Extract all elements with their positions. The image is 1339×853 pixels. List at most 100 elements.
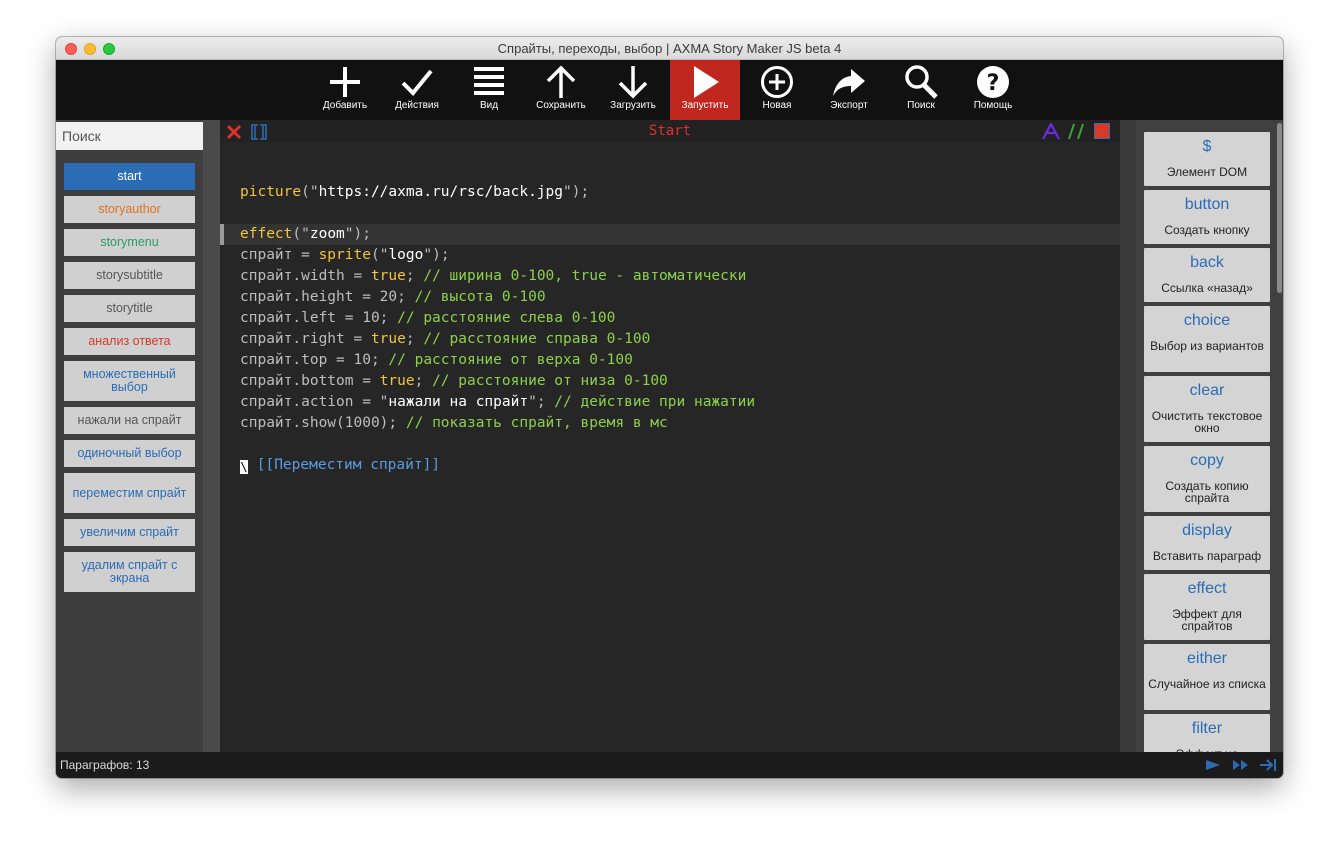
splitter[interactable] xyxy=(203,120,220,752)
passage-item[interactable]: storytitle xyxy=(64,295,195,322)
circle-plus-icon xyxy=(761,66,793,98)
passage-item[interactable]: start xyxy=(64,163,195,190)
actions-label: Действия xyxy=(395,100,439,111)
macro-button[interactable]: filterЭффект на xyxy=(1144,714,1270,752)
macro-description: Вставить параграф xyxy=(1152,549,1262,563)
text-cursor: \ xyxy=(240,460,248,474)
code-line: спрайт.top = 10; // расстояние от верха … xyxy=(240,352,633,368)
macro-button[interactable]: back Ссылка «назад» xyxy=(1144,248,1270,302)
macro-name: copy xyxy=(1190,452,1224,469)
macro-button[interactable]: choice Выбор из вариантов xyxy=(1144,306,1270,372)
passage-item[interactable]: увеличим спрайт xyxy=(64,519,195,546)
macro-description: Выбор из вариантов xyxy=(1150,339,1264,353)
search-input[interactable]: Поиск xyxy=(56,122,203,150)
macro-description: Создать кнопку xyxy=(1164,223,1250,237)
play-icon xyxy=(694,66,719,98)
editor-header: Start xyxy=(220,120,1120,142)
color-swatch-icon[interactable] xyxy=(1094,123,1110,139)
arrow-down-icon xyxy=(618,66,648,99)
comment-slashes-icon[interactable] xyxy=(1068,123,1084,140)
checkmark-icon xyxy=(401,69,433,96)
text-style-icon[interactable] xyxy=(1042,123,1060,140)
view-label: Вид xyxy=(479,100,499,111)
passage-item[interactable]: storyauthor xyxy=(64,196,195,223)
macro-name: effect xyxy=(1187,580,1227,597)
passage-item[interactable]: storysubtitle xyxy=(64,262,195,289)
code-line: спрайт.action = "нажали на спрайт"; // д… xyxy=(240,394,756,410)
status-bar: Параграфов: 13 xyxy=(56,752,1283,778)
save-button[interactable]: Сохранить xyxy=(526,60,596,120)
macro-description: Элемент DOM xyxy=(1166,165,1248,179)
passage-title[interactable]: Start xyxy=(220,123,1120,139)
play-small-icon[interactable] xyxy=(1204,757,1222,773)
plus-icon xyxy=(330,67,360,97)
passage-count: Параграфов: 13 xyxy=(60,758,150,772)
code-editor[interactable]: picture("https://axma.ru/rsc/back.jpg");… xyxy=(220,142,1120,752)
macro-button[interactable]: effect Эффект для спрайтов xyxy=(1144,574,1270,640)
macro-name: choice xyxy=(1183,312,1231,329)
fast-forward-icon[interactable] xyxy=(1232,757,1250,773)
title-bar: Спрайты, переходы, выбор | AXMA Story Ma… xyxy=(56,37,1283,60)
load-label: Загрузить xyxy=(610,100,656,111)
jump-to-end-icon[interactable] xyxy=(1259,757,1277,773)
save-label: Сохранить xyxy=(536,100,586,111)
add-label: Добавить xyxy=(322,100,368,111)
run-label: Запустить xyxy=(681,100,729,111)
actions-button[interactable]: Действия xyxy=(382,60,452,120)
code-line: спрайт.width = true; // ширина 0-100, tr… xyxy=(240,268,747,284)
macro-panel: $ Элемент DOM button Создать кнопку back Ссыл… xyxy=(1136,120,1283,752)
macro-scrollbar-thumb[interactable] xyxy=(1277,123,1282,293)
code-line: спрайт.left = 10; // расстояние слева 0-… xyxy=(240,310,616,326)
arrow-up-icon xyxy=(546,65,576,98)
load-button[interactable]: Загрузить xyxy=(598,60,668,120)
passage-item[interactable]: переместим спрайт xyxy=(64,473,195,513)
macro-button[interactable]: clear Очистить текстовое окно xyxy=(1144,376,1270,442)
macro-name: back xyxy=(1190,254,1224,271)
new-label: Новая xyxy=(762,100,792,111)
svg-text:?: ? xyxy=(987,71,1000,96)
add-button[interactable]: Добавить xyxy=(310,60,380,120)
new-button[interactable]: Новая xyxy=(742,60,812,120)
passage-list-panel: Поиск start storyauthor storymenu storysubt… xyxy=(56,120,203,752)
code-line: picture("https://axma.ru/rsc/back.jpg"); xyxy=(240,184,590,200)
macro-name: display xyxy=(1182,522,1232,539)
macro-description: Создать копию спрайта xyxy=(1165,479,1249,505)
window-title: Спрайты, переходы, выбор | AXMA Story Ma… xyxy=(497,41,842,56)
code-line: \ [[Переместим спрайт]] xyxy=(240,455,440,476)
passage-item[interactable]: одиночный выбор xyxy=(64,440,195,467)
passage-item[interactable]: storymenu xyxy=(64,229,195,256)
editor-scrollbar[interactable] xyxy=(1120,120,1136,752)
macro-button[interactable]: button Создать кнопку xyxy=(1144,190,1270,244)
help-label: Помощь xyxy=(973,100,1013,111)
passage-item[interactable]: множественный выбор xyxy=(64,361,195,401)
macro-name: clear xyxy=(1189,382,1225,399)
passage-item[interactable]: нажали на спрайт xyxy=(64,407,195,434)
code-line: effect("zoom"); xyxy=(240,226,371,242)
share-arrow-icon xyxy=(833,69,865,96)
question-circle-icon: ? xyxy=(977,66,1009,98)
macro-name: $ xyxy=(1202,138,1212,155)
toolbar: Добавить Действия Вид Сохранить Загрузит… xyxy=(56,60,1283,120)
code-line: спрайт.right = true; // расстояние справ… xyxy=(240,331,651,347)
macro-button[interactable]: $ Элемент DOM xyxy=(1144,132,1270,186)
app-window: Спрайты, переходы, выбор | AXMA Story Ma… xyxy=(56,37,1283,778)
code-line: спрайт.bottom = true; // расстояние от н… xyxy=(240,373,668,389)
search-button[interactable]: Поиск xyxy=(886,60,956,120)
run-button[interactable]: Запустить xyxy=(670,60,740,120)
macro-description: Эффект для спрайтов xyxy=(1172,607,1242,633)
macro-button[interactable]: display Вставить параграф xyxy=(1144,516,1270,570)
export-button[interactable]: Экспорт xyxy=(814,60,884,120)
view-button[interactable]: Вид xyxy=(454,60,524,120)
macro-button[interactable]: either Случайное из списка xyxy=(1144,644,1270,710)
passage-item[interactable]: анализ ответа xyxy=(64,328,195,355)
macro-button[interactable]: copy Создать копию спрайта xyxy=(1144,446,1270,512)
code-line: спрайт = sprite("logo"); xyxy=(240,247,450,263)
list-view-icon xyxy=(474,67,504,95)
passage-item[interactable]: удалим спрайт с экрана xyxy=(64,552,195,592)
macro-description: Очистить текстовое окно xyxy=(1151,409,1263,435)
magnifier-icon xyxy=(905,65,938,99)
help-button[interactable]: ? Помощь xyxy=(958,60,1028,120)
code-line: спрайт.height = 20; // высота 0-100 xyxy=(240,289,546,305)
passage-link[interactable]: [[Переместим спрайт]] xyxy=(257,457,440,473)
macro-name: button xyxy=(1184,196,1230,213)
